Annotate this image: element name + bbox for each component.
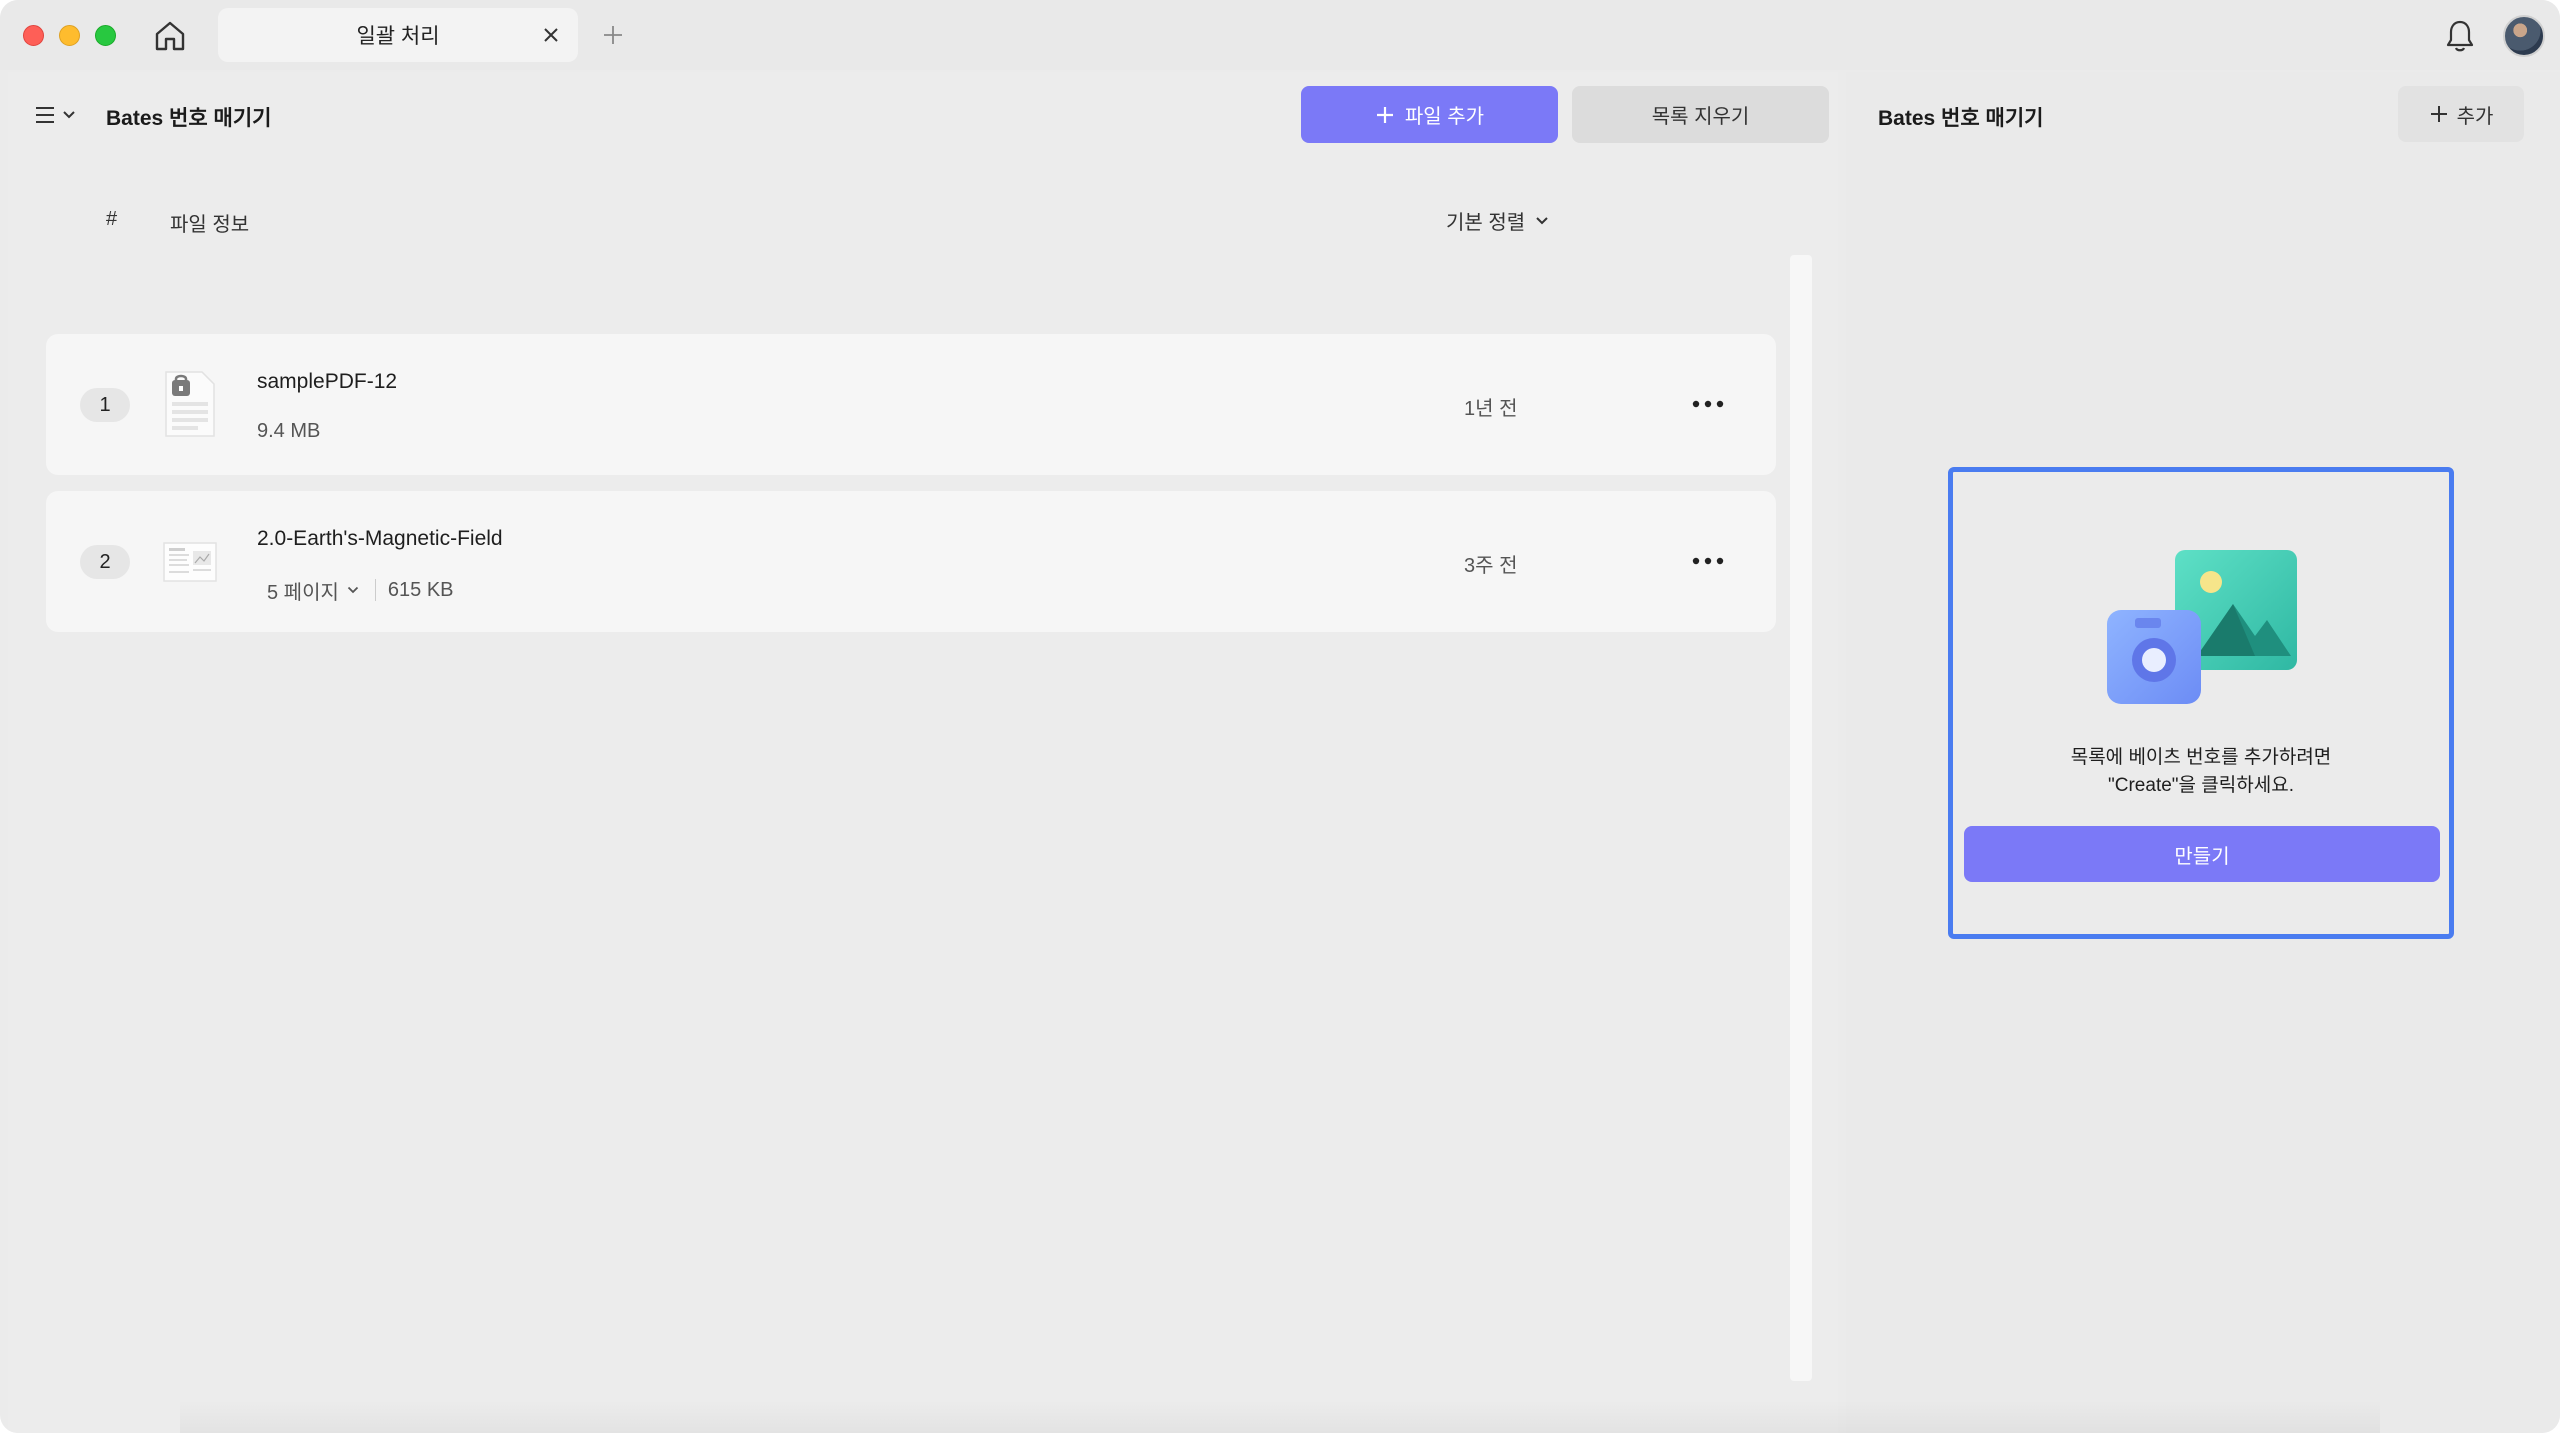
- close-window-button[interactable]: [23, 25, 44, 46]
- notifications-button[interactable]: [2442, 16, 2478, 56]
- close-icon: [544, 28, 558, 42]
- file-list-panel: Bates 번호 매기기 파일 추가 목록 지우기 # 파일 정보 기본 정렬 …: [8, 72, 1838, 1433]
- more-options-button[interactable]: [1688, 384, 1728, 424]
- add-bates-label: 추가: [2456, 105, 2494, 128]
- file-thumbnail: [162, 527, 218, 595]
- avatar[interactable]: [2503, 15, 2545, 57]
- file-size: 9.4 MB: [257, 420, 321, 442]
- window-bottom-shadow: [180, 1400, 2380, 1433]
- column-header-file-info: 파일 정보: [170, 214, 250, 236]
- file-thumbnail: [162, 370, 218, 438]
- clear-list-label: 목록 지우기: [1651, 106, 1750, 128]
- file-meta: 5 페이지 615 KB: [257, 575, 454, 605]
- file-name: samplePDF-12: [257, 370, 398, 393]
- file-row[interactable]: 2 2.0-Earth's-Magnetic-Field 5 페이지 615 K…: [46, 491, 1776, 632]
- minimize-window-button[interactable]: [59, 25, 80, 46]
- more-options-button[interactable]: [1688, 541, 1728, 581]
- zoom-window-button[interactable]: [95, 25, 116, 46]
- image-camera-illustration-icon: [2107, 550, 2297, 704]
- document-page-icon: [163, 542, 217, 582]
- row-index: 1: [80, 388, 130, 422]
- file-row[interactable]: 1 samplePDF-12 9.4 MB 1년 전: [46, 334, 1776, 475]
- tab-batch-processing[interactable]: 일괄 처리: [218, 8, 578, 62]
- meta-divider: [374, 579, 376, 601]
- column-header-number: #: [106, 208, 118, 230]
- chevron-down-icon: [347, 586, 359, 594]
- sidebar-menu-button[interactable]: [34, 98, 94, 132]
- row-index: 2: [80, 545, 130, 579]
- sort-label: 기본 정렬: [1446, 212, 1526, 234]
- list-scrollbar[interactable]: [1790, 255, 1812, 1381]
- empty-state-line-2: "Create"을 클릭하세요.: [2108, 775, 2294, 796]
- chevron-down-icon: [1536, 216, 1548, 224]
- add-file-label: 파일 추가: [1404, 106, 1485, 128]
- chevron-down-icon: [63, 111, 75, 119]
- more-icon: [1692, 557, 1724, 565]
- locked-file-icon: [165, 371, 215, 437]
- new-tab-button[interactable]: [598, 18, 628, 52]
- file-size: 615 KB: [387, 578, 454, 601]
- page-title: Bates 번호 매기기: [106, 107, 272, 130]
- panel-title: Bates 번호 매기기: [1878, 107, 2044, 130]
- empty-state-line-1: 목록에 베이츠 번호를 추가하려면: [2070, 747, 2332, 768]
- clear-list-button[interactable]: 목록 지우기: [1572, 86, 1829, 143]
- home-button[interactable]: [150, 18, 190, 54]
- menu-icon: [36, 107, 54, 123]
- plus-icon: [2430, 106, 2447, 122]
- tab-close-button[interactable]: [538, 22, 564, 48]
- add-bates-button[interactable]: 추가: [2398, 86, 2524, 142]
- bell-icon: [2446, 20, 2474, 52]
- create-button[interactable]: 만들기: [1964, 826, 2440, 882]
- bates-settings-panel: Bates 번호 매기기 추가 목록에 베이츠 번호를 추가하려면 "Creat…: [1846, 72, 2560, 1433]
- tab-label: 일괄 처리: [356, 25, 440, 48]
- plus-icon: [1376, 106, 1393, 123]
- empty-state-message: 목록에 베이츠 번호를 추가하려면 "Create"을 클릭하세요.: [1953, 744, 2449, 800]
- plus-icon: [604, 26, 622, 44]
- home-icon: [155, 21, 185, 51]
- file-modified-time: 3주 전: [1464, 555, 1518, 577]
- empty-state-card: 목록에 베이츠 번호를 추가하려면 "Create"을 클릭하세요. 만들기: [1948, 467, 2454, 939]
- page-count-dropdown[interactable]: 5 페이지: [257, 576, 369, 605]
- app-window: 일괄 처리 Bates 번호 매기기 파일 추가 목록 지우기 # 파일 정보 …: [0, 0, 2560, 1433]
- title-bar: 일괄 처리: [0, 0, 2560, 70]
- add-file-button[interactable]: 파일 추가: [1301, 86, 1558, 143]
- file-name: 2.0-Earth's-Magnetic-Field: [257, 527, 503, 550]
- file-modified-time: 1년 전: [1464, 398, 1518, 420]
- page-count: 5 페이지: [267, 581, 339, 604]
- more-icon: [1692, 400, 1724, 408]
- sort-dropdown[interactable]: 기본 정렬: [1446, 206, 1549, 235]
